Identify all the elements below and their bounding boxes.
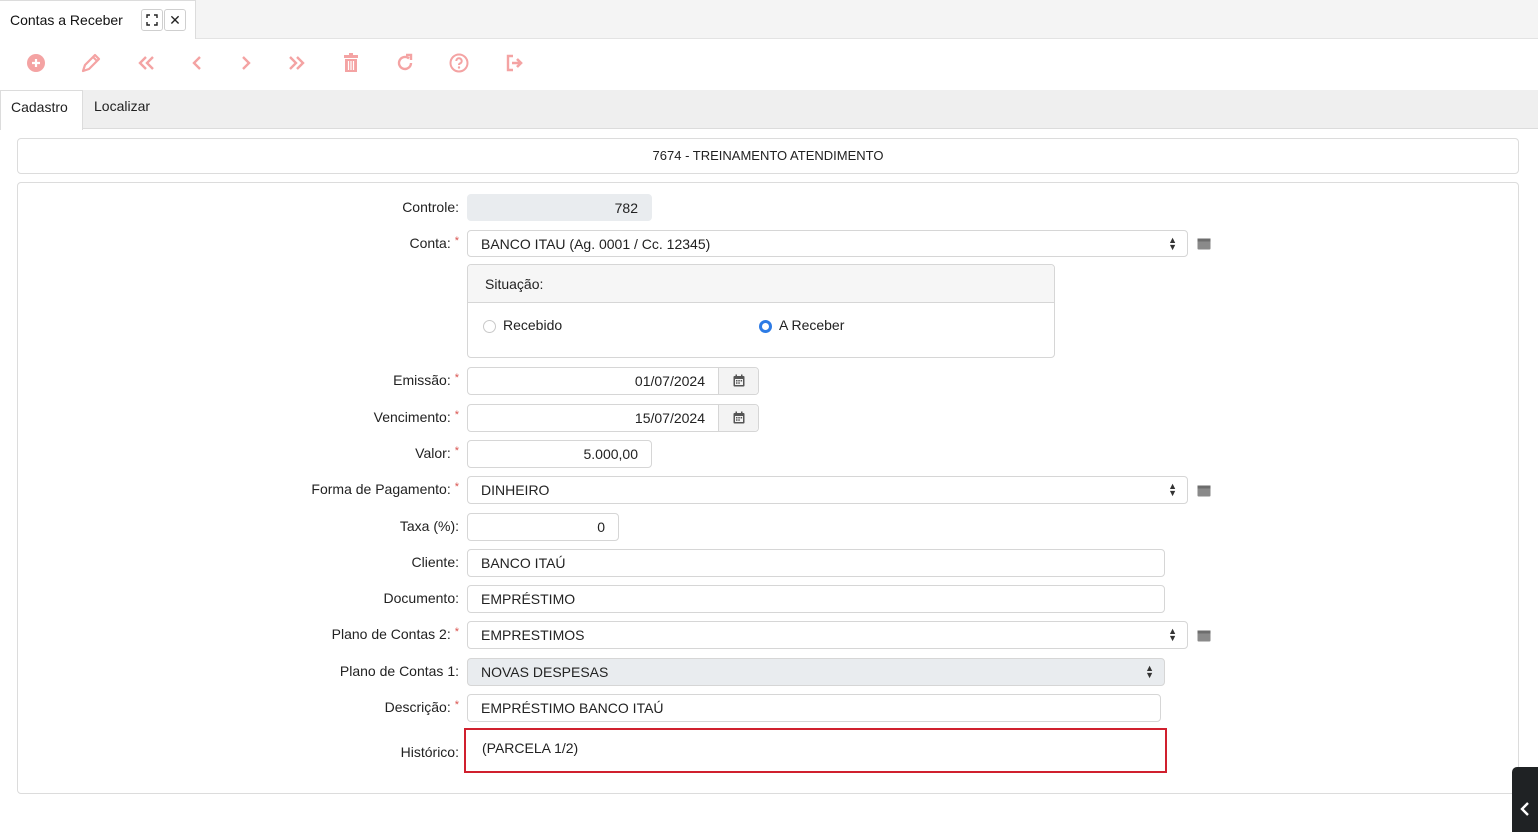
taxa-label: Taxa (%): [399,518,459,534]
select-arrows-icon: ▲ ▼ [1168,481,1177,498]
window-tab-title: Contas a Receber [10,12,123,28]
forma-pagamento-select[interactable]: DINHEIRO ▲ ▼ [467,476,1188,504]
radio-a-receber[interactable]: A Receber [759,317,844,333]
window-tab-strip: Contas a Receber ✕ [0,0,1538,39]
refresh-icon[interactable] [392,51,418,77]
vencimento-calendar-button[interactable] [718,405,758,431]
cliente-field[interactable]: BANCO ITAÚ [467,549,1165,577]
company-header: 7674 - TREINAMENTO ATENDIMENTO [17,138,1519,174]
last-record-icon[interactable] [284,51,310,77]
radio-recebido-circle[interactable] [483,320,496,333]
controle-label: Controle: [402,199,459,215]
plano-contas-2-label: Plano de Contas 2: * [331,626,459,642]
side-panel-toggle[interactable] [1512,767,1538,832]
select-arrows-icon: ▲ ▼ [1168,235,1177,252]
window-tab-contas-a-receber[interactable]: Contas a Receber ✕ [0,0,196,39]
chevron-left-icon [1520,802,1529,816]
conta-select[interactable]: BANCO ITAU (Ag. 0001 / Cc. 12345) ▲ ▼ [467,230,1188,257]
form-tabs: Cadastro Localizar [0,90,1538,130]
taxa-field[interactable]: 0 [467,513,619,541]
plano-contas-2-select[interactable]: EMPRESTIMOS ▲ ▼ [467,621,1188,649]
first-record-icon[interactable] [133,51,159,77]
conta-value: BANCO ITAU (Ag. 0001 / Cc. 12345) [481,236,711,252]
descricao-field[interactable]: EMPRÉSTIMO BANCO ITAÚ [467,694,1161,722]
add-record-icon[interactable] [23,51,49,77]
valor-field[interactable]: 5.000,00 [467,440,652,468]
calendar-icon [733,411,745,424]
select-arrows-icon: ▲ ▼ [1168,626,1177,643]
documento-label: Documento: [383,590,459,606]
plano-contas-1-label: Plano de Contas 1: [339,663,459,679]
emissao-label: Emissão: * [393,372,459,388]
plano-contas-2-lookup-icon[interactable] [1197,629,1211,642]
conta-lookup-icon[interactable] [1197,237,1211,250]
toolbar [0,39,1538,90]
expand-icon[interactable] [141,9,163,31]
radio-a-receber-circle[interactable] [759,320,772,333]
conta-label: Conta: * [409,235,459,251]
cliente-label: Cliente: [411,554,459,570]
emissao-calendar-button[interactable] [718,368,758,394]
valor-label: Valor: * [415,445,459,461]
descricao-label: Descrição: * [384,699,459,715]
delete-trash-icon[interactable] [338,51,364,77]
radio-recebido[interactable]: Recebido [483,317,562,333]
forma-pagamento-lookup-icon[interactable] [1197,484,1211,497]
edit-pencil-icon[interactable] [78,51,104,77]
previous-record-icon[interactable] [184,51,210,77]
controle-field: 782 [467,194,652,221]
tab-localizar[interactable]: Localizar [84,90,160,129]
vencimento-field[interactable]: 15/07/2024 [467,404,759,432]
close-icon[interactable]: ✕ [164,9,186,31]
situacao-group: Situação: Recebido A Receber [467,264,1055,358]
select-arrows-icon: ▲ ▼ [1145,663,1154,680]
emissao-field[interactable]: 01/07/2024 [467,367,759,395]
situacao-label: Situação: [468,265,1054,303]
exit-icon[interactable] [502,51,528,77]
next-record-icon[interactable] [233,51,259,77]
vencimento-label: Vencimento: * [373,409,459,425]
forma-pagamento-label: Forma de Pagamento: * [311,481,459,497]
tab-cadastro[interactable]: Cadastro [0,90,83,130]
documento-field[interactable]: EMPRÉSTIMO [467,585,1165,613]
plano-contas-1-select[interactable]: NOVAS DESPESAS ▲ ▼ [467,658,1165,686]
historico-label: Histórico: [400,744,459,760]
calendar-icon [733,374,745,387]
historico-textarea[interactable]: (PARCELA 1/2) [464,728,1167,773]
help-icon[interactable] [446,51,472,77]
